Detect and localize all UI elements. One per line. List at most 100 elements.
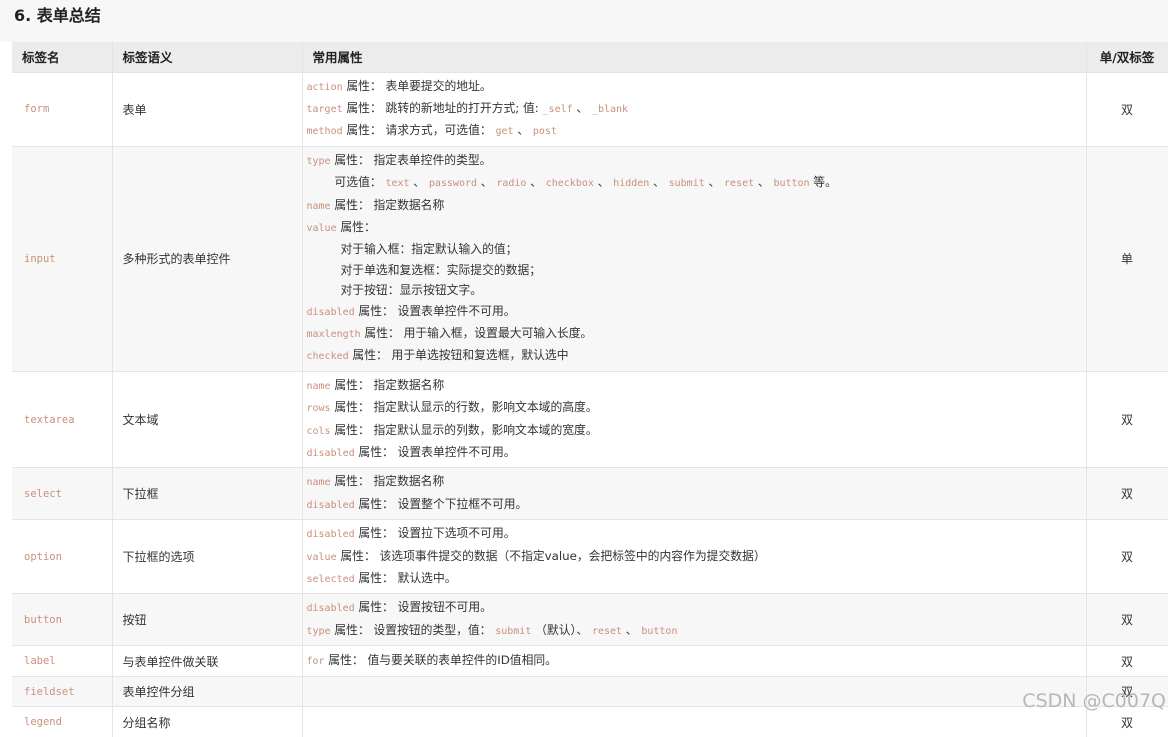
attr-text: 属性： 指定数据名称 [330,197,445,212]
attr-text: 、 [409,175,429,190]
header-common-attrs: 常用属性 [302,42,1087,72]
table-row: label 与表单控件做关联 for 属性： 值与要关联的表单控件的ID值相同。双 [12,645,1168,677]
attr-text: 、 [704,175,725,190]
attr-text: 可选值： [334,175,386,190]
attr-code: button [773,178,810,190]
attr-code: hidden [613,178,650,190]
attr-text: 对于按钮：显示按钮文字。 [340,283,483,298]
attr-line: 对于单选和复选框：实际提交的数据； [307,260,1082,280]
attr-code: disabled [306,448,355,459]
cell-tag-name: legend [12,706,113,737]
attr-line: target 属性： 跳转的新地址的打开方式; 值: _self 、 _blan… [307,98,1082,120]
attr-code: action [306,81,343,93]
cell-tag-semantic: 多种形式的表单控件 [112,145,303,372]
cell-tag-name: form [12,71,113,147]
attr-line: disabled 属性： 设置拉下选项不可用。 [307,523,1082,545]
attr-code: disabled [306,529,355,541]
table-row: textarea 文本域 name 属性： 指定数据名称 rows 属性： 指定默认显… [12,370,1168,468]
attr-code: submit [495,625,532,637]
attr-text: 属性： 请求方式，可选值： [342,123,496,138]
attr-line: name 属性： 指定数据名称 [307,375,1082,397]
attr-line: disabled 属性： 设置按钮不可用。 [307,597,1082,619]
attr-code: get [495,126,514,138]
cell-common-attrs: name 属性： 指定数据名称 disabled 属性： 设置整个下拉框不可用。 [302,467,1087,520]
attr-code: disabled [306,603,355,615]
attr-text: 、 [649,175,669,190]
attr-code: password [428,178,478,190]
attr-line: action 属性： 表单要提交的地址。 [307,76,1082,98]
attr-code: name [306,380,331,392]
attr-line: name 属性： 指定数据名称 [307,471,1082,493]
table-row: legend 分组名称双 [12,706,1168,737]
attr-text: 、 [572,100,592,115]
cell-tag-semantic: 与表单控件做关联 [112,645,303,677]
attr-text: 属性： 设置表单控件不可用。 [354,303,516,318]
attr-text: 、 [513,123,533,138]
cell-single-double: 双 [1086,71,1168,147]
attr-line: 可选值： text 、 password 、 radio 、 checkbox … [307,172,1082,194]
table-row: form 表单 action 属性： 表单要提交的地址。 target 属性： 跳转的… [12,71,1168,147]
table-row: fieldset 表单控件分组双 [12,676,1168,707]
cell-common-attrs: disabled 属性： 设置拉下选项不可用。 value 属性： 该选项事件提交… [302,519,1087,594]
attr-code: value [306,222,337,234]
attr-code: text [385,178,410,190]
attr-line: 对于按钮：显示按钮文字。 [307,280,1082,300]
attr-code: selected [306,574,355,586]
attr-text: 属性： 设置按钮的类型，值： [330,622,496,637]
header-single-double: 单/双标签 [1086,42,1168,72]
cell-tag-name: label [12,645,113,677]
cell-single-double: 单 [1086,145,1168,372]
cell-tag-semantic: 按钮 [112,593,303,646]
attr-text: 属性： 指定默认显示的列数，影响文本域的宽度。 [330,422,598,437]
cell-single-double: 双 [1086,593,1168,646]
cell-single-double: 双 [1086,370,1168,468]
attr-text: 属性： 设置整个下拉框不可用。 [354,496,528,511]
attr-code: submit [668,178,705,190]
attr-text: 属性： 跳转的新地址的打开方式; 值: [342,100,543,115]
cell-common-attrs [302,706,1087,737]
attr-line: name 属性： 指定数据名称 [307,195,1082,217]
attr-line: for 属性： 值与要关联的表单控件的ID值相同。 [307,650,1082,672]
attr-text: 属性： 用于单选按钮和复选框，默认选中 [348,348,569,363]
attr-line: rows 属性： 指定默认显示的行数，影响文本域的高度。 [307,397,1082,419]
cell-tag-semantic: 下拉框 [112,467,303,520]
cell-tag-name: select [12,467,113,520]
attr-code: type [306,625,331,637]
cell-common-attrs: disabled 属性： 设置按钮不可用。 type 属性： 设置按钮的类型，值：… [302,593,1087,646]
header-tag-name: 标签名 [12,42,113,72]
attr-text: 、 [477,175,497,190]
attr-line: method 属性： 请求方式，可选值： get 、 post [307,120,1082,142]
attr-text: 、 [622,622,642,637]
cell-common-attrs: action 属性： 表单要提交的地址。 target 属性： 跳转的新地址的打开… [302,71,1087,147]
cell-common-attrs: type 属性： 指定表单控件的类型。 可选值： text 、 password … [302,145,1087,372]
attr-code: method [306,126,343,138]
attr-text: （默认）、 [531,622,592,637]
cell-tag-semantic: 表单控件分组 [112,676,303,707]
attr-text: 、 [593,175,614,190]
attr-text: 属性： 设置表单控件不可用。 [354,445,516,459]
attr-text: 属性： 指定默认显示的行数，影响文本域的高度。 [330,400,598,415]
table-row: button 按钮 disabled 属性： 设置按钮不可用。 type 属性： 设置… [12,593,1168,646]
cell-tag-name: option [12,519,113,594]
attr-code: cols [306,425,331,437]
attr-text: 、 [526,175,546,190]
table-header-row: 标签名 标签语义 常用属性 单/双标签 [12,42,1168,72]
attr-line: disabled 属性： 设置表单控件不可用。 [307,442,1082,464]
attr-code: value [306,551,337,563]
attr-code: type [306,155,331,167]
form-summary-table: 标签名 标签语义 常用属性 单/双标签 form 表单 action 属性： 表单要… [12,42,1168,737]
cell-single-double: 双 [1086,467,1168,520]
section-header-bar [0,0,1168,42]
cell-common-attrs: for 属性： 值与要关联的表单控件的ID值相同。 [302,645,1087,677]
table-row: input 多种形式的表单控件 type 属性： 指定表单控件的类型。 可选值： te… [12,145,1168,372]
section-title: 6. 表单总结 [14,6,101,25]
attr-line: type 属性： 设置按钮的类型，值： submit （默认）、 reset 、… [307,620,1082,642]
watermark: CSDN @C007Q [1022,690,1166,712]
attr-text: 对于单选和复选框：实际提交的数据； [340,262,542,277]
attr-line: value 属性： 该选项事件提交的数据（不指定value，会把标签中的内容作为… [307,546,1082,568]
attr-text: 属性： 设置拉下选项不可用。 [354,526,516,541]
attr-code: rows [306,403,331,415]
attr-text: 属性： [336,219,376,234]
attr-text: 属性： 用于输入框，设置最大可输入长度。 [360,325,593,340]
table-row: option 下拉框的选项 disabled 属性： 设置拉下选项不可用。 value… [12,519,1168,594]
